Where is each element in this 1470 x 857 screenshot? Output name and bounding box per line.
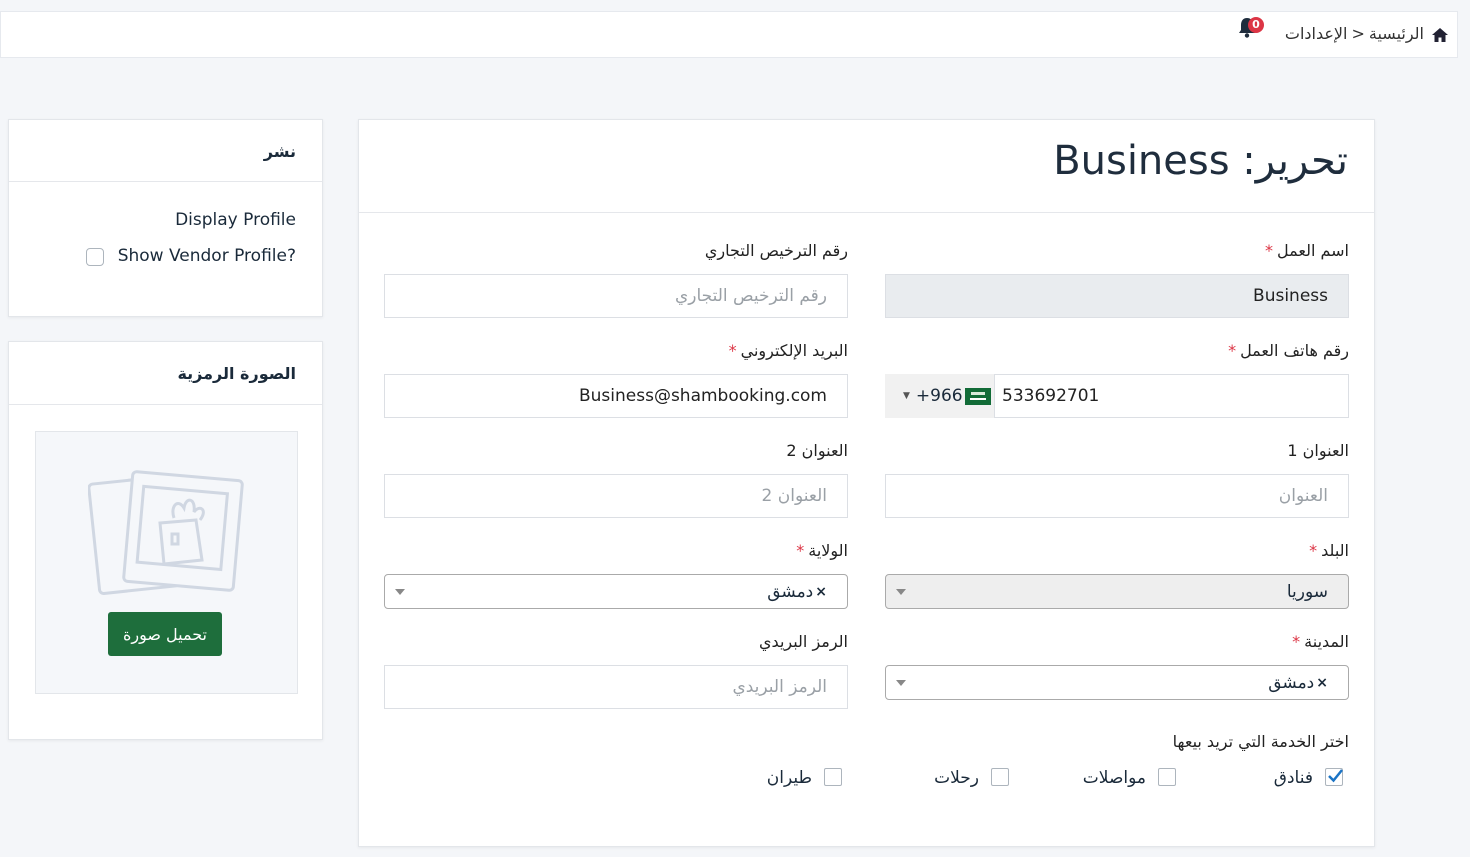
notification-badge: 0	[1248, 17, 1264, 33]
check-icon	[1328, 769, 1343, 783]
address1-label: العنوان 1	[1287, 441, 1349, 460]
license-input[interactable]: رقم الترخيص التجاري	[384, 274, 848, 318]
show-vendor-label[interactable]: Show Vendor Profile?	[118, 246, 296, 266]
publish-divider	[9, 181, 322, 182]
chevron-down-icon	[896, 680, 906, 686]
address2-input[interactable]: العنوان 2	[384, 474, 848, 518]
page-title: تحرير: Business	[1053, 138, 1348, 184]
display-profile-label: Display Profile	[175, 210, 296, 230]
business-name-input[interactable]: Business	[885, 274, 1349, 318]
email-label: البريد الإلكتروني*	[728, 341, 848, 360]
zip-label: الرمز البريدي	[759, 632, 848, 651]
checkbox-transport[interactable]	[1158, 768, 1176, 786]
license-label: رقم الترخيص التجاري	[704, 241, 848, 260]
title-divider	[359, 212, 1374, 213]
email-input[interactable]: Business@shambooking.com	[384, 374, 848, 418]
dial-code: +966	[915, 386, 963, 406]
breadcrumb-separator: <	[1351, 24, 1365, 43]
state-label: الولاية*	[796, 541, 848, 560]
address2-label: العنوان 2	[786, 441, 848, 460]
city-select[interactable]: × دمشق	[885, 665, 1349, 700]
phone-label: رقم هاتف العمل*	[1228, 341, 1349, 360]
service-hotels-label[interactable]: فنادق	[1274, 768, 1313, 788]
checkbox-hotels[interactable]	[1325, 768, 1343, 786]
clear-icon[interactable]: ×	[1316, 675, 1328, 691]
country-select[interactable]: سوريا	[885, 574, 1349, 609]
business-name-label: اسم العمل*	[1265, 241, 1349, 260]
image-placeholder-icon	[88, 470, 244, 595]
country-code-selector[interactable]: ▼ +966	[885, 374, 995, 418]
chevron-down-icon	[896, 589, 906, 595]
address1-input[interactable]: العنوان	[885, 474, 1349, 518]
service-transport-label[interactable]: مواصلات	[1083, 768, 1146, 788]
state-value: دمشق	[767, 581, 814, 602]
publish-title: نشر	[263, 142, 296, 161]
services-label: اختر الخدمة التي تريد بيعها	[1172, 732, 1349, 751]
saudi-flag-icon	[964, 387, 991, 405]
city-value: دمشق	[1268, 672, 1315, 693]
breadcrumb: الرئيسية < الإعدادات	[1285, 24, 1448, 43]
avatar-divider	[9, 404, 322, 405]
show-vendor-checkbox[interactable]	[86, 248, 104, 266]
city-label: المدينة*	[1292, 632, 1349, 651]
checkbox-tours[interactable]	[991, 768, 1009, 786]
avatar-card: الصورة الرمزية تحميل صورة	[8, 341, 323, 740]
checkbox-flights[interactable]	[824, 768, 842, 786]
chevron-down-icon	[395, 589, 405, 595]
avatar-title: الصورة الرمزية	[177, 364, 296, 383]
country-value: سوريا	[1286, 581, 1328, 602]
home-icon[interactable]	[1432, 27, 1448, 42]
breadcrumb-current: الإعدادات	[1284, 24, 1348, 43]
zip-input[interactable]: الرمز البريدي	[384, 665, 848, 709]
chevron-down-icon: ▼	[903, 391, 910, 401]
service-tours-label[interactable]: رحلات	[934, 768, 979, 788]
state-select[interactable]: × دمشق	[384, 574, 848, 609]
country-label: البلد*	[1309, 541, 1349, 560]
service-flights-label[interactable]: طيران	[767, 768, 812, 788]
publish-card: نشر Display Profile Show Vendor Profile?	[8, 119, 323, 317]
breadcrumb-home[interactable]: الرئيسية	[1369, 24, 1424, 43]
clear-icon[interactable]: ×	[815, 584, 827, 600]
upload-image-button[interactable]: تحميل صورة	[108, 612, 222, 656]
